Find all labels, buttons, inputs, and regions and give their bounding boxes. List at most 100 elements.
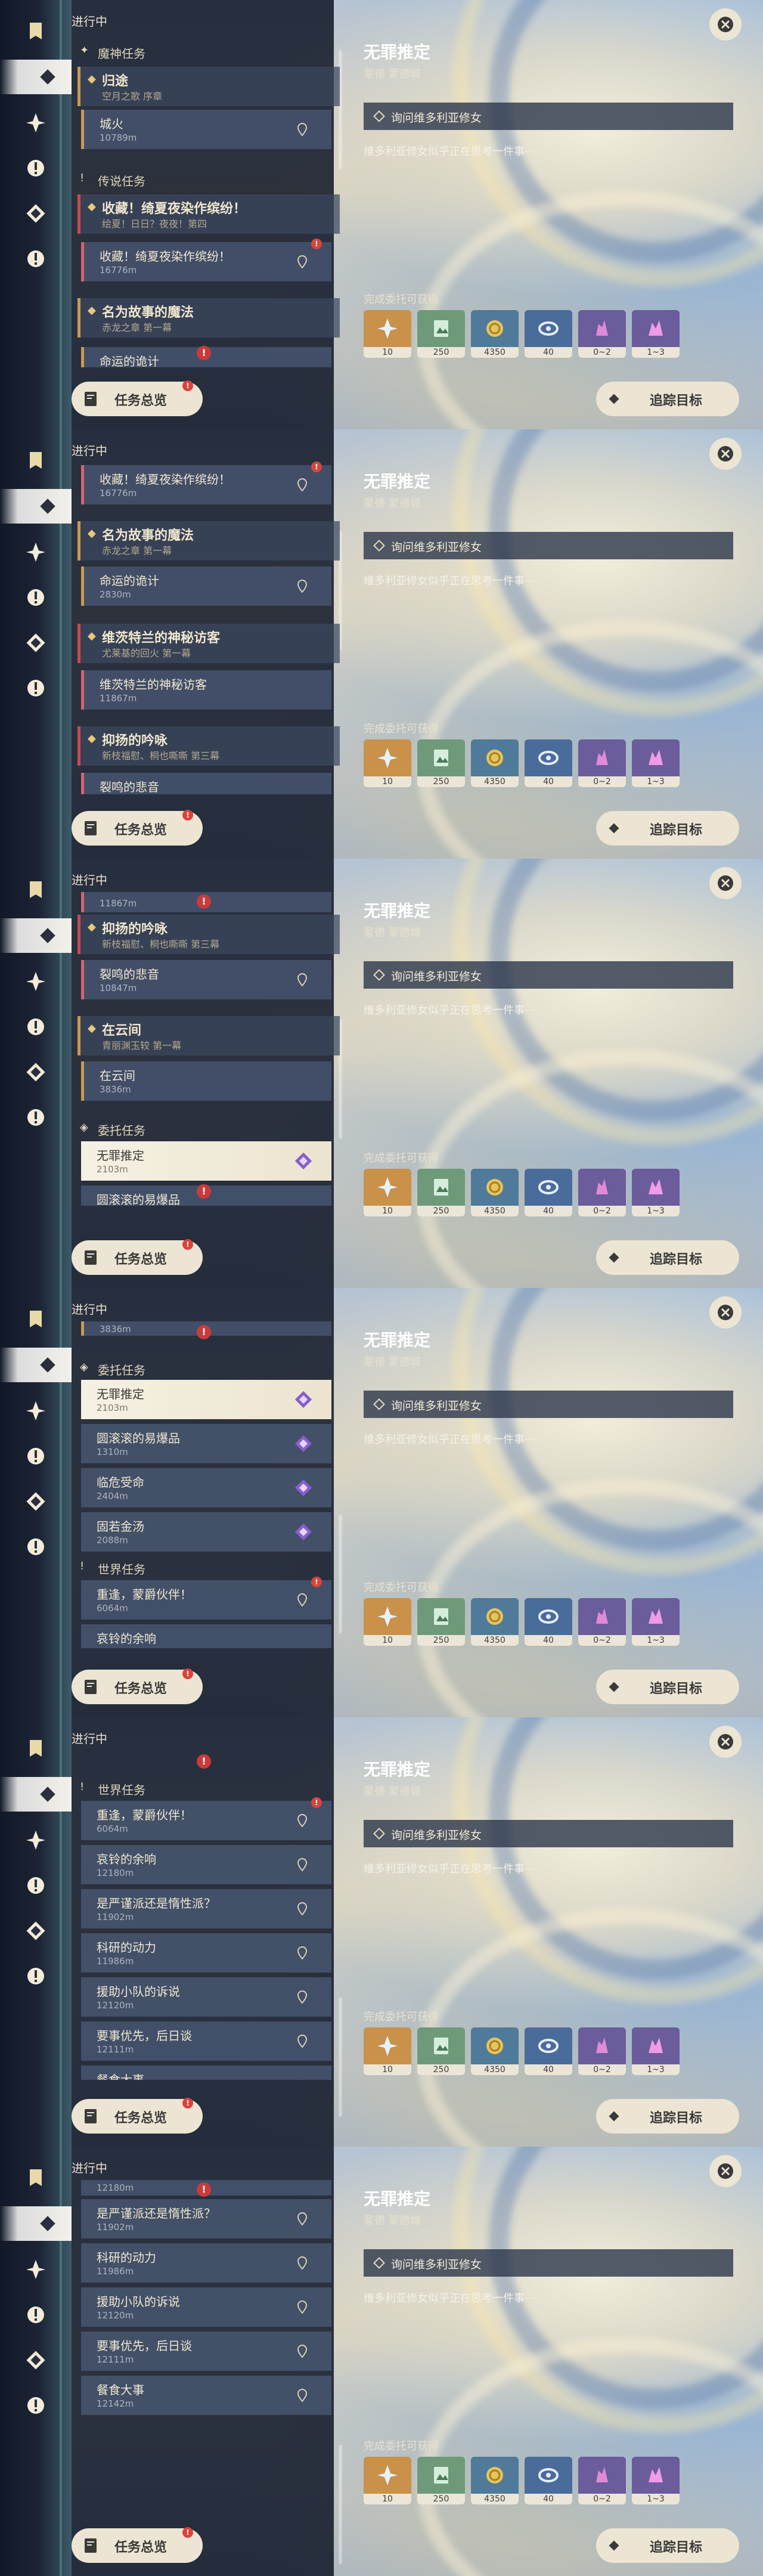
tab-archon-icon[interactable] [18,2252,54,2287]
reward-primogem[interactable]: 10 [364,739,411,787]
tab-world-icon[interactable] [18,1958,54,1994]
tab-world-icon[interactable] [18,670,54,706]
quest-overview-button[interactable]: 任务总览! [72,1239,203,1275]
tab-commission-icon[interactable] [18,625,54,661]
reward-ore[interactable]: 0~2 [578,739,626,787]
close-button[interactable] [709,2155,742,2187]
close-button[interactable] [709,438,742,470]
track-button[interactable]: 追踪目标 [596,2099,739,2134]
track-button[interactable]: 追踪目标 [596,2528,739,2563]
quest-mingwei[interactable]: ◆ 名为故事的魔法 赤龙之章 第一幕 [77,298,340,338]
quest-overview-button[interactable]: 任务总览! [72,810,203,846]
world-quest-item[interactable]: 哀铃的余响 12180m [81,1845,331,1884]
reward-adventure-exp[interactable]: 250 [417,310,465,358]
track-button[interactable]: 追踪目标 [596,382,739,416]
commission-item-selected[interactable]: 无罪推定 2103m [81,1380,331,1419]
quest-book-icon[interactable] [18,13,54,49]
reward-mora[interactable]: 4350 [471,2457,519,2504]
track-button[interactable]: 追踪目标 [596,1240,739,1275]
close-button[interactable] [709,1726,742,1758]
reward-companionship[interactable]: 40 [525,2027,572,2075]
reward-adventure-exp[interactable]: 250 [417,739,465,787]
quest-overview-button[interactable]: 任务总览! [72,2098,203,2134]
quest-overview-button[interactable]: 任务总览! [72,1668,203,1704]
reward-adventure-exp[interactable]: 250 [417,1598,465,1646]
reward-crystal[interactable]: 1~3 [632,2027,680,2075]
reward-crystal[interactable]: 1~3 [632,2457,680,2504]
quest-step-weiqi[interactable]: 维茨特兰的神秘访客 11867m [81,670,331,710]
world-quest-item[interactable]: 餐食大事 [81,2066,331,2080]
quest-overview-button[interactable]: 任务总览! [72,2527,203,2563]
commission-item[interactable]: 固若金汤 2088m [81,1512,331,1552]
world-quest-item[interactable]: 餐食大事 12142m [81,2376,331,2415]
tab-legend-icon[interactable] [18,2297,54,2333]
tab-legend-icon[interactable] [18,1868,54,1903]
reward-companionship[interactable]: 40 [525,739,572,787]
world-quest-item[interactable]: 重逢，蒙爵伙伴！ 6064m! [81,1577,331,1620]
reward-crystal[interactable]: 1~3 [632,1598,680,1646]
tab-legend-icon[interactable] [18,150,54,186]
world-quest-item[interactable]: 援助小队的诉说 12120m [81,2287,331,2327]
tab-archon-icon[interactable] [18,964,54,999]
tab-commission-icon[interactable] [18,1054,54,1090]
tab-commission-icon[interactable] [18,196,54,231]
tab-all-quests[interactable] [0,60,72,94]
quest-zaiyun[interactable]: ◆ 在云间 青丽渊玉较 第一幕 [77,1016,340,1055]
quest-step-shouqu[interactable]: 收藏！绮夏夜染作缤纷！ 16776m! [81,462,331,504]
world-quest-item[interactable]: 要事优先，后日谈 12111m [81,2021,331,2061]
quest-book-icon[interactable] [18,2160,54,2196]
reward-mora[interactable]: 4350 [471,2027,519,2075]
tab-archon-icon[interactable] [18,1822,54,1858]
track-button[interactable]: 追踪目标 [596,811,739,846]
tab-world-icon[interactable] [18,1529,54,1565]
world-quest-item[interactable]: 要事优先，后日谈 12111m [81,2332,331,2371]
tab-world-icon[interactable] [18,1100,54,1135]
quest-overview-button[interactable]: 任务总览! [72,380,203,416]
quest-yiyang[interactable]: ◆ 抑扬的吟咏 新枝福慰、桐也嘶嘶 第三幕 [77,915,340,954]
tab-all-quests[interactable] [0,489,72,524]
reward-ore[interactable]: 0~2 [578,1598,626,1646]
tab-all-quests[interactable] [0,1777,72,1812]
reward-adventure-exp[interactable]: 250 [417,1169,465,1216]
world-quest-item[interactable]: 是严谨派还是惰性派？ 11902m [81,2199,331,2238]
tab-commission-icon[interactable] [18,2342,54,2378]
reward-companionship[interactable]: 40 [525,1169,572,1216]
reward-companionship[interactable]: 40 [525,2457,572,2504]
world-quest-item[interactable]: 重逢，蒙爵伙伴！ 6064m! [81,1797,331,1840]
reward-companionship[interactable]: 40 [525,310,572,358]
reward-ore[interactable]: 0~2 [578,1169,626,1216]
reward-mora[interactable]: 4350 [471,310,519,358]
reward-primogem[interactable]: 10 [364,1598,411,1646]
tab-world-icon[interactable] [18,241,54,277]
quest-book-icon[interactable] [18,872,54,908]
reward-companionship[interactable]: 40 [525,1598,572,1646]
quest-shouqu[interactable]: ◆ 收藏！绮夏夜染作缤纷！ 绘夏！日日？夜夜！第四 [77,194,340,234]
reward-ore[interactable]: 0~2 [578,2457,626,2504]
tab-world-icon[interactable] [18,2388,54,2423]
world-quest-item[interactable]: 是严谨派还是惰性派？ 11902m [81,1889,331,1928]
world-quest-item[interactable]: 援助小队的诉说 12120m [81,1977,331,2017]
quest-step-shouqu[interactable]: 收藏！绮夏夜染作缤纷！ 16776m! [81,239,331,281]
tab-all-quests[interactable] [0,1348,72,1382]
track-button[interactable]: 追踪目标 [596,1670,739,1704]
tab-commission-icon[interactable] [18,1913,54,1949]
tab-archon-icon[interactable] [18,105,54,141]
tab-legend-icon[interactable] [18,1009,54,1045]
reward-primogem[interactable]: 10 [364,2457,411,2504]
quest-weiqi[interactable]: ◆ 维茨特兰的神秘访客 尤莱基的回火 第一幕 [77,624,340,663]
quest-step-mingwei[interactable]: 命运的诡计 2830m [81,566,331,606]
tab-all-quests[interactable] [0,2206,72,2241]
quest-step-zaiyun[interactable]: 在云间 3836m [81,1061,331,1101]
reward-mora[interactable]: 4350 [471,739,519,787]
reward-crystal[interactable]: 1~3 [632,1169,680,1216]
close-button[interactable] [709,8,742,41]
tab-legend-icon[interactable] [18,1438,54,1474]
quest-yiyang[interactable]: ◆ 抑扬的吟咏 新枝福慰、桐也嘶嘶 第三幕 [77,726,340,766]
tab-commission-icon[interactable] [18,1484,54,1519]
quest-book-icon[interactable] [18,1301,54,1337]
reward-ore[interactable]: 0~2 [578,2027,626,2075]
close-button[interactable] [709,1296,742,1329]
reward-primogem[interactable]: 10 [364,1169,411,1216]
reward-adventure-exp[interactable]: 250 [417,2457,465,2504]
quest-book-icon[interactable] [18,442,54,478]
